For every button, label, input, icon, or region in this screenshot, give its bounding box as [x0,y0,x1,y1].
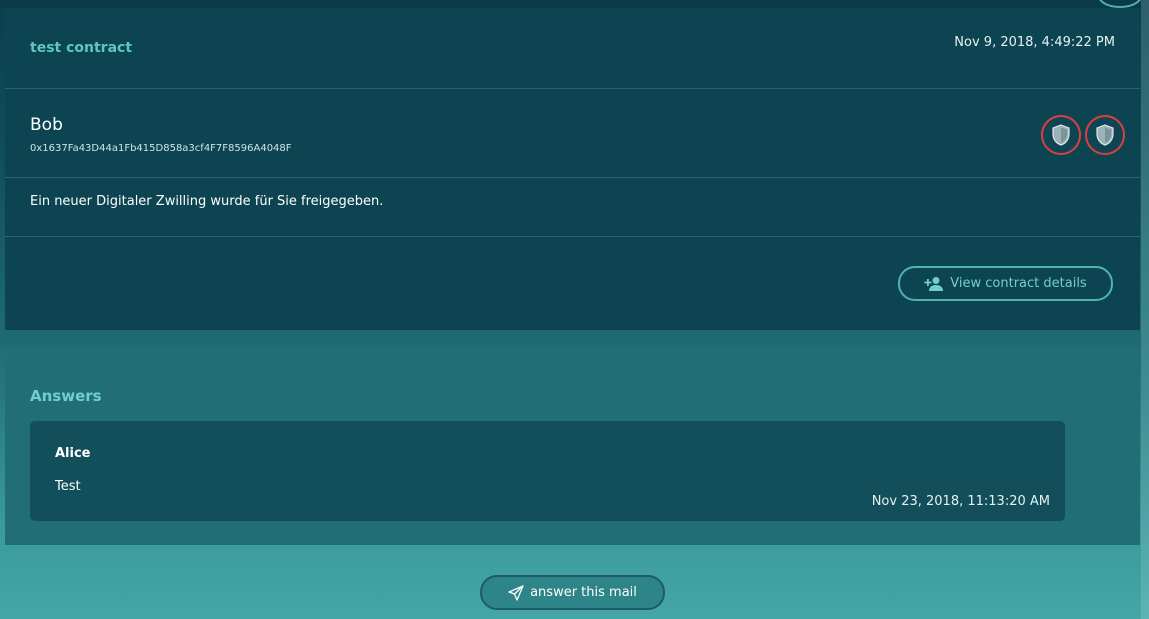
answer-author: Alice [55,446,91,461]
sender-name: Bob [30,115,63,135]
answers-heading: Answers [30,387,102,405]
add-person-icon [924,276,944,291]
shield-icon[interactable] [1085,115,1125,155]
mail-title: test contract [30,40,133,56]
shield-icon[interactable] [1041,115,1081,155]
view-contract-details-button[interactable]: View contract details [898,266,1113,301]
answer-text: Test [55,479,81,494]
answer-mail-button[interactable]: answer this mail [480,575,665,610]
mail-header: test contract Nov 9, 2018, 4:49:22 PM [5,8,1140,89]
answer-mail-label: answer this mail [530,585,637,600]
send-icon [508,584,524,601]
answer-date: Nov 23, 2018, 11:13:20 AM [871,494,1050,509]
scrollbar-track[interactable] [1141,0,1149,619]
answers-section: Answers Alice Test Nov 23, 2018, 11:13:2… [5,356,1140,545]
answer-item: Alice Test Nov 23, 2018, 11:13:20 AM [30,421,1065,521]
mail-body-text: Ein neuer Digitaler Zwilling wurde für S… [30,194,384,209]
mail-date: Nov 9, 2018, 4:49:22 PM [954,35,1115,50]
sender-address: 0x1637Fa43D44a1Fb415D858a3cf4F7F8596A404… [30,143,292,154]
top-bar [0,0,1149,8]
mail-card: test contract Nov 9, 2018, 4:49:22 PM Bo… [5,8,1140,330]
view-contract-details-label: View contract details [950,276,1087,291]
sender-section: Bob 0x1637Fa43D44a1Fb415D858a3cf4F7F8596… [5,89,1140,178]
mail-body: Ein neuer Digitaler Zwilling wurde für S… [5,178,1140,237]
